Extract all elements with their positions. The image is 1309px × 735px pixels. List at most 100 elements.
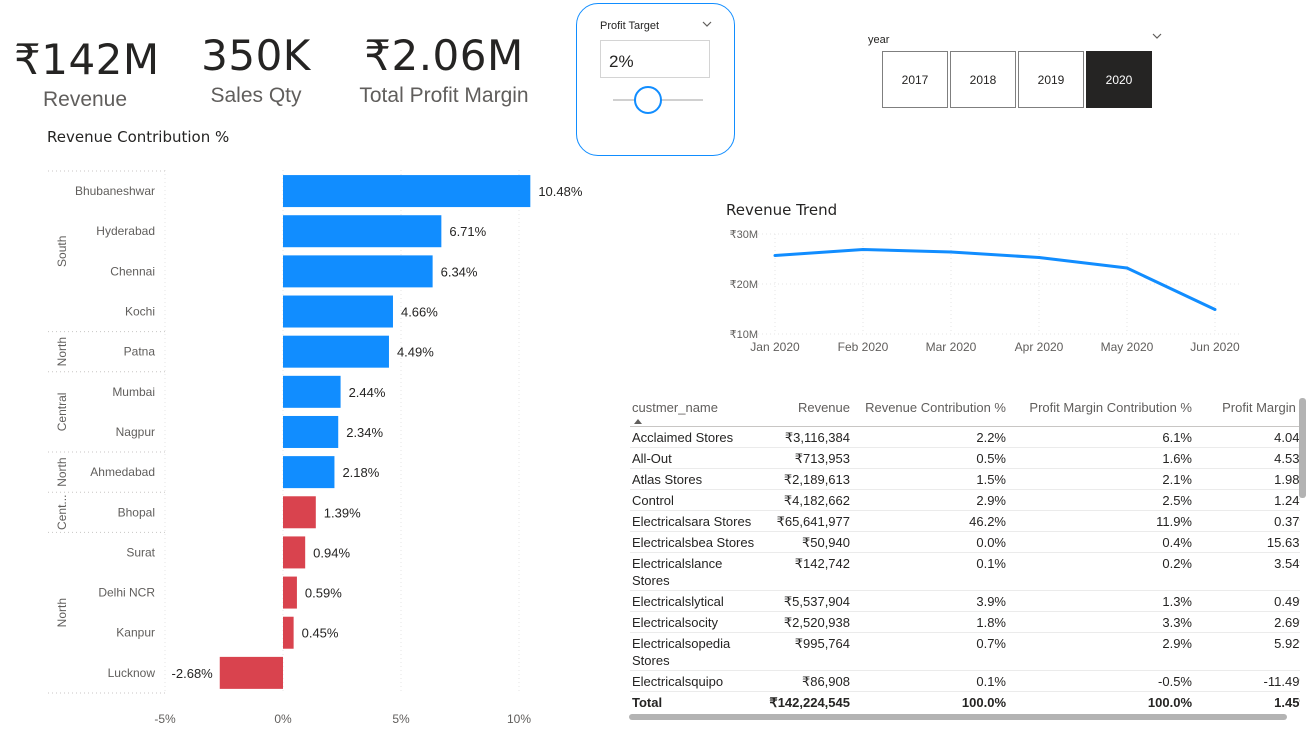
- column-header-revenue-contribution[interactable]: Revenue Contribution %: [854, 394, 1010, 427]
- line-point[interactable]: [949, 250, 953, 254]
- profit-margin-contribution-cell: 2.9%: [1010, 632, 1196, 671]
- category-label: Delhi NCR: [98, 586, 155, 600]
- customer-name-cell: Electricalsocity: [630, 611, 760, 633]
- profit-margin-cell: 4.04%: [1196, 426, 1300, 448]
- category-label: Bhubaneshwar: [75, 184, 155, 198]
- bar[interactable]: [283, 536, 306, 569]
- year-button-2019[interactable]: 2019: [1018, 51, 1084, 108]
- year-button-2018[interactable]: 2018: [950, 51, 1016, 108]
- y-tick-label: ₹20M: [730, 279, 758, 291]
- line-point[interactable]: [1037, 256, 1041, 259]
- customer-name-cell: Electricalslytical: [630, 590, 760, 612]
- kpi-revenue-label: Revenue: [42, 88, 128, 111]
- profit-margin-contribution-cell: 1.6%: [1010, 447, 1196, 469]
- x-tick-label: Feb 2020: [838, 340, 889, 354]
- bar[interactable]: [283, 255, 433, 288]
- chevron-down-icon[interactable]: [702, 18, 712, 31]
- vertical-scrollbar[interactable]: [1299, 398, 1306, 498]
- customer-name-cell: Acclaimed Stores: [630, 426, 760, 448]
- sort-ascending-icon[interactable]: [634, 419, 642, 424]
- customer-name-cell: Electricalsbea Stores: [630, 531, 760, 553]
- bar[interactable]: [283, 616, 294, 649]
- bar[interactable]: [283, 175, 531, 208]
- line-point[interactable]: [861, 248, 865, 251]
- category-label: Surat: [126, 545, 155, 559]
- table-row[interactable]: Control₹4,182,6622.9%2.5%1.24%: [630, 489, 1300, 511]
- table-row[interactable]: Electricalsbea Stores ₹50,940 0.0% 0.4% 15.6…: [630, 531, 1300, 553]
- line-point[interactable]: [1125, 266, 1129, 270]
- customer-name-cell: Electricalsquipo: [630, 670, 760, 692]
- customer-name-cell: Electricalsara Stores: [630, 510, 760, 532]
- x-tick-label: Mar 2020: [926, 340, 977, 354]
- data-label: 4.49%: [397, 345, 434, 360]
- revenue-contribution-cell: 0.5%: [854, 447, 1010, 469]
- profit-margin-cell: 2.69%: [1196, 611, 1300, 633]
- kpi-sales-qty-label: Sales Qty: [210, 84, 302, 107]
- column-header-profit-margin[interactable]: Profit Margin %: [1196, 394, 1300, 427]
- revenue-cell: ₹995,764: [760, 632, 854, 671]
- table-row[interactable]: Acclaimed Stores₹3,116,3842.2%6.1%4.04%: [630, 426, 1300, 448]
- year-slicer-title: year: [868, 34, 890, 46]
- bar-chart-title: Revenue Contribution %: [47, 128, 230, 146]
- bar[interactable]: [283, 295, 393, 328]
- x-tick-label: Apr 2020: [1015, 340, 1064, 354]
- chevron-down-icon[interactable]: [1152, 30, 1162, 43]
- revenue-contribution-cell: 0.0%: [854, 531, 1010, 553]
- kpi-profit-margin-value: ₹2.06M: [364, 31, 524, 80]
- profit-margin-contribution-cell: 11.9%: [1010, 510, 1196, 532]
- category-label: Lucknow: [108, 666, 156, 680]
- bar[interactable]: [283, 335, 389, 368]
- line-point[interactable]: [773, 254, 777, 257]
- table-row[interactable]: Electricalsquipo₹86,9080.1%-0.5%-11.49%: [630, 670, 1300, 692]
- revenue-contribution-cell: 46.2%: [854, 510, 1010, 532]
- y-tick-label: ₹30M: [730, 229, 758, 241]
- customer-name-cell: Electricalsopedia Stores: [630, 632, 760, 671]
- year-button-2020[interactable]: 2020: [1086, 51, 1152, 108]
- profit-margin-cell: 5.92%: [1196, 632, 1300, 671]
- revenue-cell: ₹2,189,613: [760, 468, 854, 490]
- table-row[interactable]: Electricalslance Stores ₹142,742 0.1% 0.2% 3…: [630, 552, 1300, 591]
- customer-name-cell: All-Out: [630, 447, 760, 469]
- table-row[interactable]: All-Out₹713,9530.5%1.6%4.53%: [630, 447, 1300, 469]
- revenue-cell: ₹3,116,384: [760, 426, 854, 448]
- table-row[interactable]: Electricalsara Stores ₹65,641,977 46.2% 11.…: [630, 510, 1300, 532]
- bar[interactable]: [283, 576, 297, 609]
- category-label: Kanpur: [116, 626, 155, 640]
- kpi-sales-qty: 350K Sales Qty: [196, 31, 316, 108]
- table-row[interactable]: Electricalslytical ₹5,537,904 3.9% 1.3% 0.49…: [630, 590, 1300, 612]
- data-label: 4.66%: [401, 305, 438, 320]
- profit-target-slider-thumb[interactable]: [634, 86, 662, 114]
- line-point[interactable]: [1213, 308, 1217, 311]
- column-header-customer[interactable]: custmer_name: [630, 394, 760, 427]
- table-row[interactable]: Atlas Stores₹2,189,6131.5%2.1%1.98%: [630, 468, 1300, 490]
- profit-margin-cell: 1.98%: [1196, 468, 1300, 490]
- bar[interactable]: [283, 375, 341, 408]
- revenue-cell: ₹50,940: [760, 531, 854, 553]
- table-row[interactable]: Electricalsocity₹2,520,9381.8%3.3%2.69%: [630, 611, 1300, 633]
- table-row[interactable]: Electricalsopedia Stores ₹995,764 0.7% 2.9%…: [630, 632, 1300, 671]
- group-label: North: [55, 457, 69, 486]
- profit-target-input[interactable]: 2%: [600, 40, 710, 78]
- group-label: Central: [55, 393, 69, 432]
- group-label: North: [55, 337, 69, 366]
- column-header-profit-margin-contribution[interactable]: Profit Margin Contribution %: [1010, 394, 1196, 427]
- profit-margin-cell: -11.49%: [1196, 670, 1300, 692]
- bar[interactable]: [283, 215, 442, 248]
- customer-table-grid: custmer_name Revenue Revenue Contributio…: [630, 394, 1300, 712]
- profit-margin-cell: 4.53%: [1196, 447, 1300, 469]
- line-chart-title: Revenue Trend: [726, 201, 838, 219]
- bar[interactable]: [283, 415, 339, 448]
- bar[interactable]: [283, 496, 316, 529]
- x-tick-label: 5%: [392, 712, 410, 726]
- bar[interactable]: [219, 656, 283, 689]
- year-button-2017[interactable]: 2017: [882, 51, 948, 108]
- horizontal-scrollbar[interactable]: [629, 714, 1287, 720]
- x-tick-label: -5%: [154, 712, 176, 726]
- revenue-trend-line[interactable]: [774, 248, 1216, 311]
- category-label: Ahmedabad: [90, 465, 155, 479]
- profit-margin-cell: 3.54%: [1196, 552, 1300, 591]
- column-header-revenue[interactable]: Revenue: [760, 394, 854, 427]
- data-label: 0.45%: [302, 626, 339, 641]
- bar[interactable]: [283, 456, 335, 489]
- data-label: 0.59%: [305, 586, 342, 601]
